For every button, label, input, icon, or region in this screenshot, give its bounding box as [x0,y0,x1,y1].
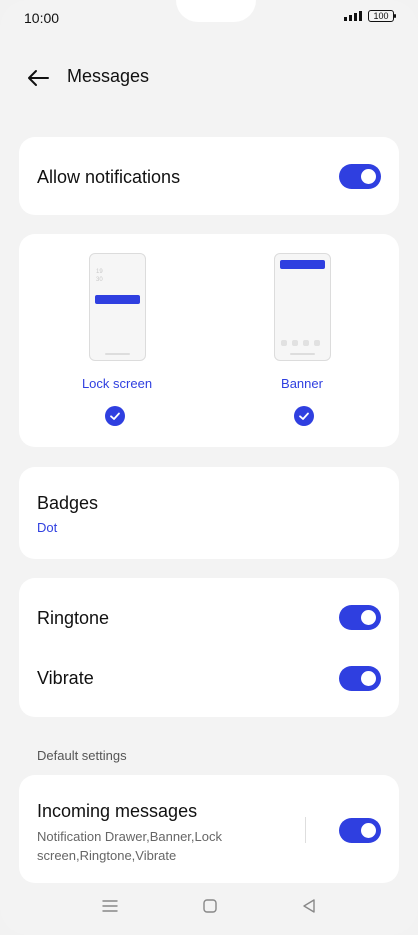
preview-dock-icons [281,340,320,346]
toggle-knob [361,671,376,686]
page-title: Messages [67,66,150,86]
incoming-messages-card[interactable]: Incoming messages Notification Drawer,Ba… [19,775,399,883]
ringtone-label: Ringtone [37,608,110,628]
allow-notifications-toggle[interactable] [339,164,381,189]
incoming-messages-description: Notification Drawer,Banner,Lock screen,R… [37,829,222,863]
lock-screen-check-icon[interactable] [105,406,125,426]
preview-banner-bar [280,260,325,269]
allow-notifications-label: Allow notifications [37,167,181,187]
camera-notch [176,0,256,22]
toggle-knob [361,823,376,838]
status-time: 10:00 [24,10,60,26]
incoming-messages-label: Incoming messages [37,801,198,821]
home-icon[interactable] [199,895,221,917]
arrow-left-icon[interactable] [24,64,52,92]
allow-notifications-card[interactable]: Allow notifications [19,137,399,215]
navigation-bar [0,895,418,925]
preview-notification-bar [95,295,140,304]
badges-value: Dot [37,520,58,535]
signal-icon [344,11,362,21]
status-bar: 10:00 100 [0,0,418,40]
vibrate-toggle[interactable] [339,666,381,691]
back-triangle-icon[interactable] [298,895,320,917]
ringtone-toggle[interactable] [339,605,381,630]
menu-icon[interactable] [99,895,121,917]
banner-preview[interactable] [274,253,331,361]
sound-card: Ringtone Vibrate [19,578,399,717]
phone-screen: 10:00 100 Messages Allow notifications 1… [0,0,418,935]
badges-card[interactable]: Badges Dot [19,467,399,559]
notification-style-card: 19 30 Lock screen Banner [19,234,399,447]
default-settings-label: Default settings [37,748,127,763]
toggle-knob [361,610,376,625]
lock-screen-preview[interactable]: 19 30 [89,253,146,361]
status-icons: 100 [344,10,396,22]
preview-home-indicator [290,353,315,355]
vibrate-label: Vibrate [37,668,94,688]
header: Messages [0,58,418,98]
preview-home-indicator [105,353,130,355]
banner-check-icon[interactable] [294,406,314,426]
lock-screen-label[interactable]: Lock screen [59,376,175,391]
toggle-knob [361,169,376,184]
incoming-messages-toggle[interactable] [339,818,381,843]
banner-label[interactable]: Banner [244,376,360,391]
badges-label: Badges [37,493,99,513]
battery-icon: 100 [368,10,396,22]
preview-clock: 19 30 [96,269,103,283]
divider [305,817,306,843]
